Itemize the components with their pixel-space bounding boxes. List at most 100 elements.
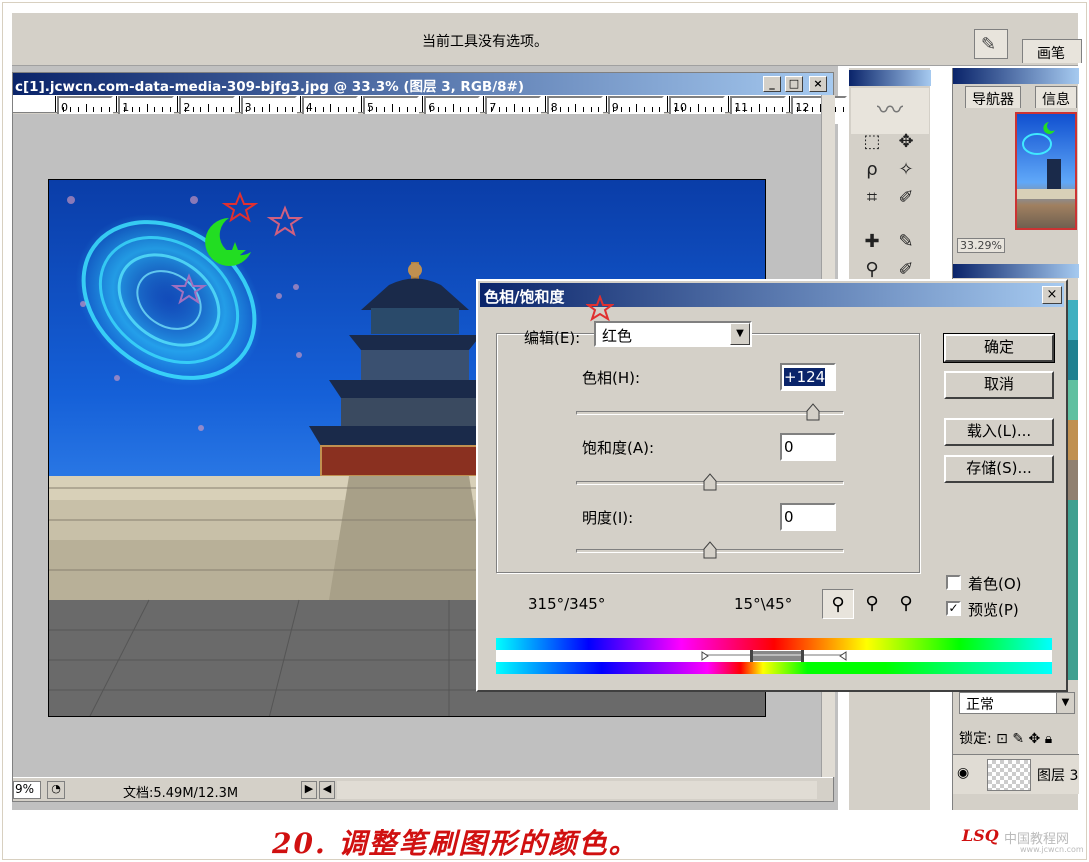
brush-tab[interactable]: 画笔 [1022, 39, 1082, 63]
ruler-tick [345, 107, 347, 112]
horizontal-ruler: 0 1 2 3 4 5 6 7 8 9 10 11 12 [13, 95, 848, 124]
ruler-tick [506, 107, 508, 112]
document-titlebar[interactable]: c[1].jcwcn.com-data-media-309-bjfg3.jpg … [13, 73, 833, 95]
saturation-slider[interactable] [576, 473, 844, 491]
hue-input[interactable]: +124 [780, 363, 836, 391]
status-bar: 9% ◔ 文档:5.49M/12.3M ▶ ◀ [13, 777, 833, 801]
layer-row[interactable]: ◉ 图层 3 [953, 754, 1079, 794]
ruler-tick [185, 107, 187, 112]
ruler-tick [399, 107, 401, 112]
dialog-titlebar[interactable]: 色相/饱和度 × [480, 283, 1064, 307]
load-button[interactable]: 载入(L)... [944, 418, 1054, 446]
ruler-tick [77, 107, 79, 112]
doc-size-info: 文档:5.49M/12.3M [123, 786, 239, 801]
eye-icon[interactable]: ◉ [957, 765, 969, 781]
lock-transparent-icon[interactable]: ⊡ [996, 731, 1008, 747]
ruler-tick [835, 107, 837, 112]
tab-navigator[interactable]: 导航器 [965, 86, 1021, 108]
close-button[interactable]: × [809, 76, 827, 92]
chevron-down-icon[interactable]: ▼ [1056, 693, 1074, 713]
ruler-tick [100, 107, 102, 112]
ruler-tick [567, 107, 569, 112]
minimize-button[interactable]: _ [763, 76, 781, 92]
ruler-tick [628, 107, 630, 112]
ruler-tick [636, 104, 638, 112]
crop-tool-icon[interactable]: ⌗ [857, 184, 887, 212]
navigator-zoom[interactable]: 33.29% [957, 238, 1005, 253]
hue-slider[interactable] [576, 403, 844, 421]
save-button[interactable]: 存储(S)... [944, 455, 1054, 483]
ruler-tick [804, 107, 806, 112]
slice-tool-icon[interactable]: ✐ [891, 184, 921, 212]
lightness-slider[interactable] [576, 541, 844, 559]
saturation-slider-thumb[interactable] [703, 473, 717, 491]
ruler-tick [445, 107, 447, 112]
dialog-close-button[interactable]: × [1042, 286, 1062, 304]
hue-saturation-dialog: 色相/饱和度 × 编辑(E): 红色 ▼ 色相(H): +124 饱和度(A):… [476, 279, 1068, 692]
color-panel-titlebar[interactable] [953, 264, 1079, 278]
ruler-tick [674, 107, 676, 112]
ruler-tick [605, 96, 607, 112]
navigator-thumbnail[interactable] [1015, 112, 1077, 230]
ruler-tick [261, 107, 263, 112]
document-icon[interactable]: ✎ [974, 29, 1008, 59]
tab-info[interactable]: 信息 [1035, 86, 1077, 108]
scroll-left-arrow-icon[interactable]: ◀ [319, 781, 335, 799]
status-menu-arrow-icon[interactable]: ▶ [301, 781, 317, 799]
thumbnail-scene [1017, 122, 1075, 199]
lock-move-icon[interactable]: ✥ [1029, 731, 1041, 747]
eyedropper-minus-icon[interactable]: ⚲ [890, 589, 922, 619]
range-selector[interactable] [496, 650, 1052, 662]
brush-tool-icon[interactable]: ✎ [891, 228, 921, 256]
navigator-titlebar[interactable] [953, 68, 1079, 84]
hue-slider-thumb[interactable] [806, 403, 820, 421]
ok-button[interactable]: 确定 [943, 333, 1055, 363]
edit-select-value: 红色 [602, 327, 633, 345]
ruler-tick [460, 107, 462, 112]
lasso-tool-icon[interactable]: ρ [857, 156, 887, 184]
ruler-tick [85, 104, 87, 112]
blend-mode-select[interactable]: 正常 ▼ [959, 692, 1075, 714]
eyedropper-icon[interactable]: ⚲ [822, 589, 854, 619]
saturation-input[interactable]: 0 [780, 433, 836, 461]
horizontal-scrollbar[interactable] [337, 781, 817, 799]
lsq-logo: LSQ [962, 826, 999, 845]
zoom-field[interactable]: 9% [13, 781, 41, 799]
lock-all-icon[interactable]: 🔒︎ [1045, 731, 1052, 747]
move-tool-icon[interactable]: ✥ [891, 128, 921, 156]
ruler-tick [774, 107, 776, 112]
ruler-tick [353, 107, 355, 112]
ruler-tick [269, 104, 271, 112]
zoom-icon[interactable]: ◔ [47, 781, 65, 799]
ruler-tick [598, 107, 600, 112]
chevron-down-icon[interactable]: ▼ [730, 323, 750, 345]
lightness-input[interactable]: 0 [780, 503, 836, 531]
ruler-tick [667, 96, 668, 112]
lock-paint-icon[interactable]: ✎ [1012, 731, 1024, 747]
healing-brush-icon[interactable]: ✚ [857, 228, 887, 256]
preview-checkbox[interactable]: ✓ [946, 601, 961, 616]
ruler-tick [146, 104, 148, 112]
colorize-checkbox[interactable] [946, 575, 961, 590]
star-marker-icon [586, 295, 614, 322]
ruler-tick [322, 107, 324, 112]
ruler-tick [383, 107, 385, 112]
marquee-tool-icon[interactable]: ⬚ [857, 128, 887, 156]
ruler-tick [116, 96, 118, 112]
ruler-tick [437, 107, 439, 112]
cancel-button[interactable]: 取消 [944, 371, 1054, 399]
lightness-slider-thumb[interactable] [703, 541, 717, 559]
ruler-tick [483, 96, 485, 112]
maximize-button[interactable]: □ [785, 76, 803, 92]
toolbox-titlebar[interactable] [849, 70, 931, 86]
ruler-tick [735, 107, 737, 112]
edit-select[interactable]: 红色 ▼ [594, 321, 752, 347]
eyedropper-plus-icon[interactable]: ⚲ [856, 589, 888, 619]
hue-label: 色相(H): [582, 369, 641, 387]
ruler-tick [276, 107, 278, 112]
options-bar: 当前工具没有选项。 ✎ 画笔 [12, 12, 1082, 66]
ruler-tick [177, 96, 179, 112]
magic-wand-icon[interactable]: ✧ [891, 156, 921, 184]
ruler-tick [200, 107, 202, 112]
ruler-tick [422, 96, 424, 112]
